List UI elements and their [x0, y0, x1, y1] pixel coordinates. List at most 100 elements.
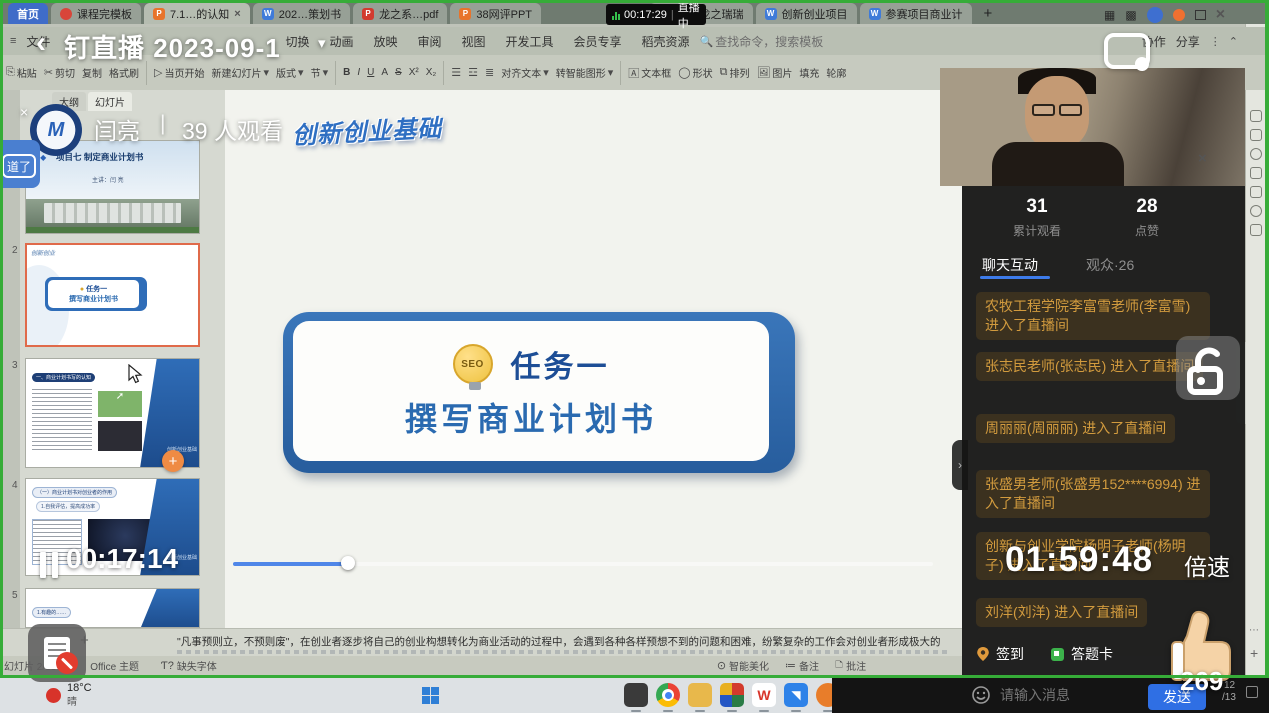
- tab-doc-5[interactable]: P 38网评PPT: [450, 3, 541, 24]
- tab-doc-1[interactable]: 课程完模板: [51, 3, 141, 24]
- layout-grid-icon[interactable]: ▦: [1104, 8, 1115, 22]
- pane-close-button[interactable]: ×: [1198, 150, 1207, 167]
- back-button[interactable]: ‹: [36, 26, 46, 60]
- playback-speed-button[interactable]: 倍速: [1184, 548, 1230, 582]
- quiz-card-button[interactable]: 答题卡: [1050, 644, 1113, 664]
- sidebar-add-icon[interactable]: +: [1250, 645, 1258, 661]
- dingtalk-icon[interactable]: ◥: [784, 683, 808, 707]
- picture-button[interactable]: 🖼图片: [756, 65, 792, 80]
- tab-chat[interactable]: 聊天互动: [982, 255, 1038, 275]
- title-caret-icon[interactable]: ▾: [318, 34, 326, 52]
- section-button[interactable]: 节▾: [311, 65, 329, 80]
- tab-doc-8[interactable]: W 参赛项目商业计: [860, 3, 972, 24]
- superscript-button[interactable]: X²: [409, 67, 419, 78]
- emoji-icon[interactable]: [972, 686, 990, 704]
- paste-button[interactable]: ⎘ 粘贴: [6, 65, 37, 80]
- collapse-ribbon-icon[interactable]: ⌃: [1229, 35, 1238, 48]
- menu-transition[interactable]: 切换: [285, 33, 309, 50]
- smart-graphic-button[interactable]: 转智能图形▾: [556, 65, 614, 80]
- bullet-list-icon[interactable]: ≣: [485, 66, 494, 79]
- strike-button[interactable]: S: [395, 67, 402, 78]
- fill-button[interactable]: 填充: [799, 65, 819, 80]
- menu-devtools[interactable]: 开发工具: [506, 33, 554, 50]
- menu-view[interactable]: 视图: [462, 33, 486, 50]
- settings-slider-icon[interactable]: [1250, 129, 1262, 141]
- shape-pane-icon[interactable]: [1250, 205, 1262, 217]
- add-slide-float-button[interactable]: +: [162, 450, 184, 472]
- textbox-button[interactable]: 🄰文本框: [628, 65, 671, 81]
- beautify-button[interactable]: 智能美化: [729, 658, 769, 673]
- subscript-button[interactable]: X₂: [426, 67, 437, 78]
- menu-slideshow[interactable]: 放映: [373, 33, 397, 50]
- menu-animation[interactable]: 动画: [329, 33, 353, 50]
- weather-widget[interactable]: 18°C 晴: [46, 682, 92, 708]
- slide-thumbnail-5[interactable]: 1.有趣的……: [25, 588, 200, 628]
- command-search-input[interactable]: 查找命令，搜索模板: [715, 33, 823, 50]
- book-pane-icon[interactable]: [1250, 224, 1262, 236]
- theme-label[interactable]: Office 主题: [90, 658, 139, 673]
- sidebar-more-icon[interactable]: ⋯: [1249, 625, 1259, 636]
- pause-button[interactable]: [40, 552, 60, 578]
- progress-handle[interactable]: [341, 556, 355, 570]
- tab-doc-7[interactable]: W 创新创业项目: [756, 3, 857, 24]
- underline-button[interactable]: U: [367, 67, 374, 78]
- tab-doc-3[interactable]: W 202…策划书: [253, 3, 350, 24]
- notification-blocked-icon[interactable]: [28, 624, 86, 682]
- new-tab-button[interactable]: +: [975, 3, 1002, 24]
- got-it-button[interactable]: 道了: [2, 154, 36, 178]
- user-avatar[interactable]: [1147, 7, 1163, 23]
- effects-star-icon[interactable]: [1250, 148, 1262, 160]
- missing-font-label[interactable]: 缺失字体: [177, 658, 217, 673]
- notes-toggle-button[interactable]: 备注: [799, 658, 819, 673]
- font-color-button[interactable]: A: [381, 67, 388, 78]
- layout-pane-icon[interactable]: [1250, 167, 1262, 179]
- tab-home[interactable]: 首页: [8, 3, 48, 24]
- file-explorer-icon[interactable]: [688, 683, 712, 707]
- chat-collapse-handle[interactable]: ›: [952, 440, 968, 490]
- tab-doc-2-active[interactable]: P 7.1…的认知 ×: [144, 3, 250, 24]
- share-button[interactable]: 分享: [1176, 33, 1200, 50]
- hand-tool-icon[interactable]: [1250, 110, 1262, 122]
- screenshot-icon[interactable]: [1104, 33, 1150, 69]
- tab-slides[interactable]: 幻灯片: [88, 92, 132, 111]
- comment-button[interactable]: 批注: [846, 658, 866, 673]
- start-button[interactable]: [422, 687, 439, 704]
- align-left-icon[interactable]: ☰: [451, 66, 461, 79]
- tab-audience[interactable]: 观众·26: [1086, 255, 1134, 275]
- play-from-current-button[interactable]: ▷ 当页开始: [154, 65, 204, 80]
- signin-button[interactable]: 签到: [976, 644, 1024, 664]
- progress-bar[interactable]: [233, 562, 933, 566]
- hamburger-icon[interactable]: ≡: [10, 35, 16, 47]
- layout-button[interactable]: 版式▾: [276, 65, 304, 80]
- italic-button[interactable]: I: [357, 67, 360, 78]
- more-icon[interactable]: ⋮: [1210, 35, 1221, 48]
- menu-review[interactable]: 审阅: [417, 33, 441, 50]
- menu-docer[interactable]: 稻壳资源: [642, 33, 690, 50]
- slide-thumbnail-2-selected[interactable]: 创新创业 ● 任务一 撰写商业计划书: [25, 243, 200, 347]
- comment-mini-icon[interactable]: [1246, 686, 1258, 698]
- bold-button[interactable]: B: [343, 67, 350, 78]
- arrange-button[interactable]: ⧉排列: [720, 65, 750, 80]
- popup-close-icon[interactable]: ×: [20, 104, 28, 120]
- apps-grid-icon[interactable]: ▩: [1125, 8, 1136, 22]
- tab-doc-4[interactable]: P 龙之系…pdf: [353, 3, 447, 24]
- close-window-button[interactable]: ×: [1216, 6, 1225, 24]
- menu-member[interactable]: 会员专享: [574, 33, 622, 50]
- format-painter-button[interactable]: 格式刷: [109, 65, 139, 80]
- notepad-icon[interactable]: [624, 683, 648, 707]
- chrome-icon[interactable]: [656, 683, 680, 707]
- shape-button[interactable]: ◯形状: [678, 65, 712, 80]
- align-center-icon[interactable]: ☲: [468, 66, 478, 79]
- chat-message-input[interactable]: [1000, 683, 1140, 707]
- align-text-button[interactable]: 对齐文本▾: [501, 65, 549, 80]
- new-slide-button[interactable]: 新建幻灯片▾: [212, 65, 270, 80]
- photos-icon[interactable]: [720, 683, 744, 707]
- live-status-badge[interactable]: 00:17:29 | 直播中: [606, 4, 706, 25]
- unlock-icon[interactable]: [1176, 336, 1240, 400]
- restore-window-button[interactable]: [1195, 10, 1206, 20]
- presenter-video[interactable]: [940, 68, 1245, 186]
- tab-close-icon[interactable]: ×: [234, 8, 240, 20]
- image-pane-icon[interactable]: [1250, 186, 1262, 198]
- cut-button[interactable]: ✂ 剪切: [44, 65, 75, 80]
- copy-button[interactable]: 复制: [82, 65, 102, 80]
